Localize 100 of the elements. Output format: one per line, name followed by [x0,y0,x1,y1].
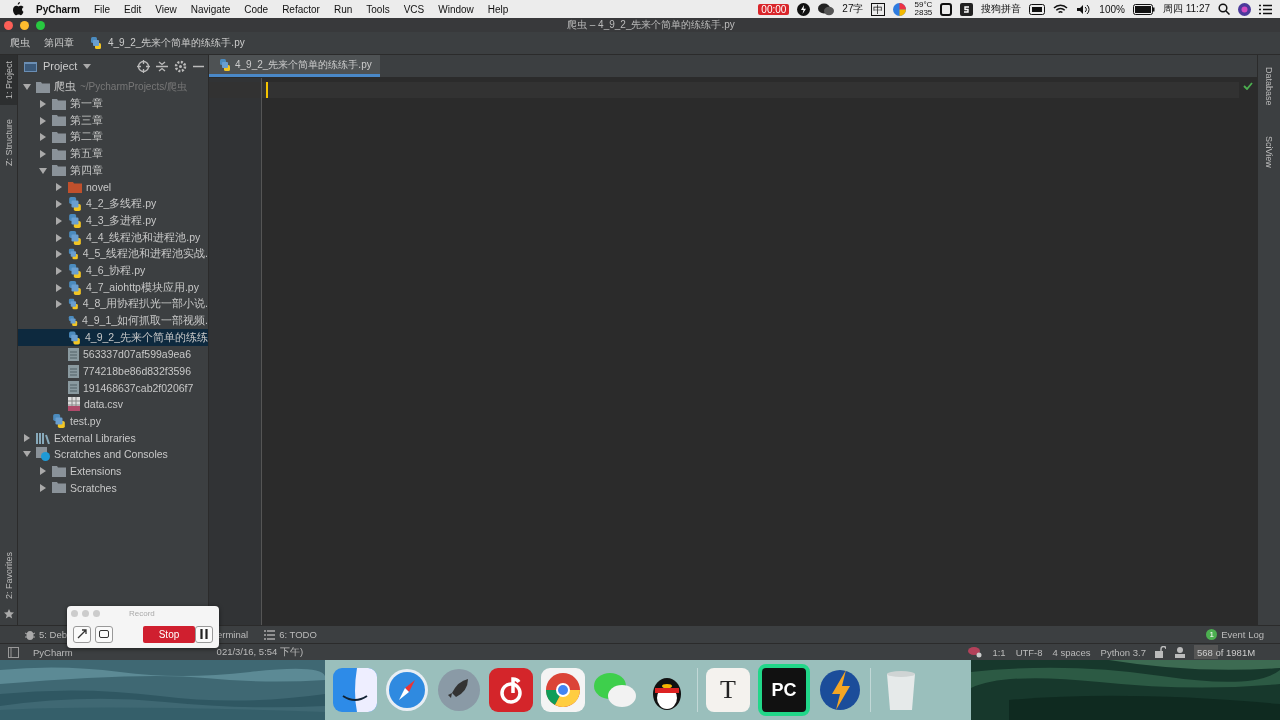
input-method-icon[interactable] [960,2,974,16]
arrow-tool-button[interactable] [73,625,91,643]
menu-item[interactable]: Refactor [282,3,320,15]
input-mode[interactable]: 中 [871,2,886,16]
editor-tab[interactable]: 4_9_2_先来个简单的练练手.py [209,55,380,77]
tree-item[interactable]: 4_6_协程.py [18,262,208,280]
siri-icon[interactable] [1238,2,1251,16]
window-control-dot[interactable] [82,609,89,617]
record-indicator[interactable]: 00:00 [758,3,790,15]
menu-item[interactable]: View [155,3,177,15]
tree-item[interactable]: 第三章 [18,112,208,130]
tree-item[interactable]: novel [18,179,208,196]
indent-setting[interactable]: 4 spaces [1052,646,1091,658]
tree-item[interactable]: 191468637cab2f0206f7 [18,379,208,397]
tree-item[interactable]: 563337d07af599a9ea6 [18,346,208,363]
tree-item[interactable]: Scratches [18,479,208,497]
tree-item[interactable]: 第二章 [18,129,208,146]
menu-item[interactable]: Edit [124,3,142,15]
tree-item[interactable]: 第一章 [18,95,208,113]
tree-item[interactable]: 4_7_aiohttp模块应用.py [18,279,208,296]
caret-position[interactable]: 1:1 [992,646,1006,658]
pie-chart-icon[interactable] [893,2,907,16]
finder-icon[interactable] [333,668,377,712]
menu-item[interactable]: Help [487,3,509,15]
battery-percent[interactable]: 100% [1099,3,1125,15]
close-button[interactable] [4,20,13,30]
minimize-button[interactable] [20,20,29,30]
breadcrumb[interactable]: 爬虫 [10,36,30,50]
expand-arrow-icon[interactable] [55,266,63,275]
rectangle-tool-button[interactable] [95,625,113,643]
menu-icon[interactable] [1259,3,1272,15]
breadcrumb[interactable]: 第四章 [44,36,74,50]
event-log-button[interactable]: 1 Event Log [1206,629,1264,640]
app-menu[interactable]: PyCharm [36,3,80,15]
keyboard-icon[interactable] [1029,3,1046,15]
word-count[interactable]: 27字 [842,2,864,16]
expand-arrow-icon[interactable] [55,233,63,242]
tree-item[interactable]: 4_2_多线程.py [18,195,208,213]
tool-window-tab[interactable]: 2: Favorites [0,545,17,605]
settings-icon[interactable] [174,59,187,73]
expand-arrow-icon[interactable] [55,250,63,259]
tree-item[interactable]: 4_5_线程池和进程池实战. [18,245,208,263]
tool-window-tab[interactable]: Database [1264,63,1274,114]
lock-icon[interactable] [1154,646,1166,658]
zoom-button[interactable] [36,20,45,30]
menu-item[interactable]: VCS [403,3,425,15]
search-icon[interactable] [1218,3,1230,15]
tree-item[interactable]: 4_9_1_如何抓取一部视频. [18,312,208,330]
menu-item[interactable]: Code [244,3,269,15]
tool-window-tab[interactable]: SciView [1264,131,1274,176]
tree-item[interactable]: data.csv [18,396,208,413]
expand-arrow-icon[interactable] [39,166,47,175]
expand-arrow-icon[interactable] [55,183,63,192]
wifi-icon[interactable] [1053,3,1069,15]
menu-item[interactable]: Run [333,3,353,15]
tool-window-tab[interactable]: Z: Structure [0,113,17,173]
tree-item[interactable]: 4_3_多进程.py [18,212,208,230]
expand-arrow-icon[interactable] [23,83,31,92]
bolt-icon[interactable] [797,2,811,16]
expand-arrow-icon[interactable] [23,450,31,459]
menu-item[interactable]: File [93,3,111,15]
tree-item[interactable]: 第五章 [18,145,208,163]
expand-arrow-icon[interactable] [39,150,47,159]
chat-icon[interactable] [818,2,835,16]
expand-arrow-icon[interactable] [39,116,47,125]
menu-item[interactable]: Navigate [190,3,231,15]
expand-arrow-icon[interactable] [55,216,63,225]
expand-arrow-icon[interactable] [55,283,63,292]
input-method-label[interactable]: 搜狗拼音 [981,2,1022,16]
music-app-icon[interactable] [489,668,533,712]
tree-item[interactable]: 4_4_线程池和进程池.py [18,229,208,246]
file-encoding[interactable]: UTF-8 [1015,646,1043,658]
tree-item[interactable]: test.py [18,412,208,430]
dock-app-icon[interactable]: PC [758,664,810,716]
tool-window-button[interactable]: 5: Deb [25,629,67,640]
layout-icon[interactable] [8,646,19,658]
stop-button[interactable]: Stop [143,625,195,643]
expand-arrow-icon[interactable] [39,133,47,142]
panel-view-dropdown[interactable]: Project [43,60,78,72]
tree-item[interactable]: Scratches and Consoles [18,446,208,463]
menu-item[interactable]: Tools [366,3,390,15]
expand-arrow-icon[interactable] [23,433,31,442]
tool-window-button[interactable]: 6: TODO [264,629,317,640]
tree-item[interactable]: 4_8_用协程扒光一部小说. [18,295,208,313]
target-icon[interactable] [137,59,150,73]
inspector-icon[interactable] [1174,646,1186,658]
window-control-dot[interactable] [71,609,78,617]
breadcrumb[interactable]: 4_9_2_先来个简单的练练手.py [108,36,245,50]
volume-icon[interactable] [1076,3,1092,15]
pause-button[interactable] [195,625,213,643]
chrome-icon[interactable] [541,668,585,712]
window-control-dot[interactable] [93,609,100,617]
expand-arrow-icon[interactable] [55,300,63,309]
tree-item[interactable]: 第四章 [18,162,208,180]
interpreter-setting[interactable]: Python 3.7 [1100,646,1146,658]
compass-icon[interactable] [385,668,429,712]
tree-item[interactable]: Extensions [18,462,208,480]
expand-arrow-icon[interactable] [55,200,63,209]
battery-icon[interactable] [1132,3,1155,15]
lightning-icon[interactable] [818,668,862,712]
